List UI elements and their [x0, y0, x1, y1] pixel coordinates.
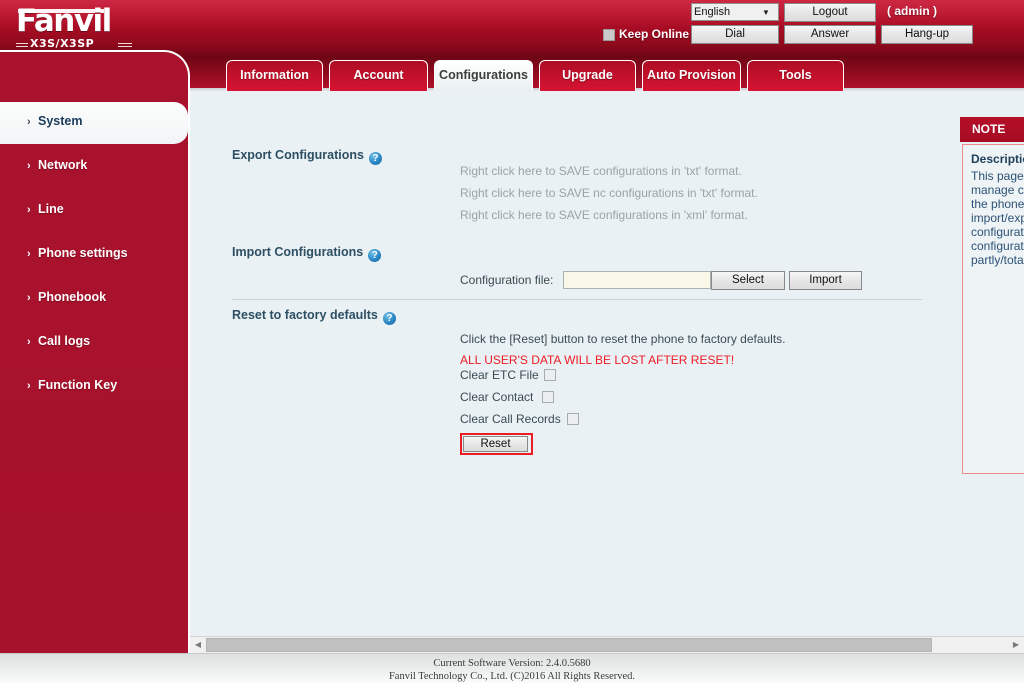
configuration-file-input[interactable]	[563, 271, 711, 289]
sidebar-item-label: Call logs	[38, 334, 90, 348]
reset-button[interactable]: Reset	[463, 436, 528, 452]
logout-button[interactable]: Logout	[784, 3, 876, 22]
chevron-right-icon: ›	[27, 115, 31, 129]
sidebar-item-function-key[interactable]: › Function Key	[0, 366, 190, 408]
sidebar-item-label: Phonebook	[38, 290, 106, 304]
logo-wordmark: Fanvil	[16, 6, 111, 36]
sidebar-item-call-logs[interactable]: › Call logs	[0, 322, 190, 364]
copyright-text: Fanvil Technology Co., Ltd. (C)2016 All …	[0, 670, 1024, 683]
chevron-right-icon: ›	[27, 159, 31, 173]
sidebar-item-phonebook[interactable]: › Phonebook	[0, 278, 190, 320]
sidebar-item-label: Phone settings	[38, 246, 128, 260]
answer-button[interactable]: Answer	[784, 25, 876, 44]
import-configurations-title: Import Configurations?	[232, 245, 381, 262]
sidebar-item-network[interactable]: › Network	[0, 146, 190, 188]
tab-information[interactable]: Information	[226, 60, 323, 91]
chevron-right-icon: ›	[27, 379, 31, 393]
help-icon[interactable]: ?	[383, 312, 396, 325]
scrollbar-thumb[interactable]	[206, 638, 932, 652]
software-version-text: Current Software Version: 2.4.0.5680	[0, 654, 1024, 670]
logo-dash-left-2	[16, 46, 28, 47]
scroll-left-arrow-icon[interactable]: ◀	[190, 637, 206, 653]
note-panel-body: Description: This page allows manage con…	[962, 144, 1024, 474]
logo-dash-right	[118, 43, 132, 44]
sidebar-item-phone-settings[interactable]: › Phone settings	[0, 234, 190, 276]
app-header: Fanvil X3S/X3SP English ▼ Logout ( admin…	[0, 0, 1024, 57]
dial-button[interactable]: Dial	[691, 25, 779, 44]
header-controls: English ▼ Logout ( admin ) Keep Online D…	[584, 3, 1024, 51]
export-link-txt[interactable]: Right click here to SAVE configurations …	[460, 164, 742, 178]
tab-auto-provision[interactable]: Auto Provision	[642, 60, 741, 91]
page-root: Fanvil X3S/X3SP English ▼ Logout ( admin…	[0, 0, 1024, 683]
chevron-right-icon: ›	[27, 203, 31, 217]
language-select[interactable]: English	[691, 3, 779, 21]
help-icon[interactable]: ?	[368, 249, 381, 262]
header-row-top: English ▼ Logout ( admin )	[584, 3, 1024, 23]
tab-account[interactable]: Account	[329, 60, 428, 91]
export-link-nc-txt[interactable]: Right click here to SAVE nc configuratio…	[460, 186, 758, 200]
tab-upgrade[interactable]: Upgrade	[539, 60, 636, 91]
current-user-label: ( admin )	[887, 4, 937, 18]
reset-option-label: Clear Call Records	[460, 412, 561, 426]
reset-instruction-text: Click the [Reset] button to reset the ph…	[460, 332, 786, 346]
sidebar: › System › Network › Line › Phone settings › Phon…	[0, 50, 190, 654]
sidebar-item-line[interactable]: › Line	[0, 190, 190, 232]
section-divider	[232, 299, 922, 300]
sidebar-item-label: Function Key	[38, 378, 117, 392]
note-panel-header: NOTE	[960, 117, 1024, 142]
reset-warning-text: ALL USER'S DATA WILL BE LOST AFTER RESET…	[460, 353, 734, 367]
logo-dash-right-2	[118, 46, 132, 47]
tab-tools[interactable]: Tools	[747, 60, 844, 91]
note-description-text: This page allows manage configurations o…	[971, 169, 1024, 267]
reset-option-checkbox[interactable]	[542, 391, 554, 403]
scroll-right-arrow-icon[interactable]: ▶	[1008, 637, 1024, 653]
reset-button-highlight: Reset	[460, 433, 533, 455]
chevron-right-icon: ›	[27, 247, 31, 261]
main-content: Export Configurations? Right click here …	[190, 91, 1024, 636]
help-icon[interactable]: ?	[369, 152, 382, 165]
brand-logo: Fanvil X3S/X3SP	[14, 6, 144, 52]
sidebar-item-system[interactable]: › System	[0, 102, 188, 144]
sidebar-item-label: Network	[38, 158, 87, 172]
keep-online-label: Keep Online	[619, 27, 689, 41]
horizontal-scrollbar[interactable]: ◀ ▶	[190, 636, 1024, 653]
reset-option-label: Clear Contact	[460, 390, 533, 404]
logo-dash-left	[16, 43, 28, 44]
export-link-xml[interactable]: Right click here to SAVE configurations …	[460, 208, 748, 222]
tab-configurations[interactable]: Configurations	[434, 60, 533, 91]
select-file-button[interactable]: Select	[711, 271, 785, 290]
reset-factory-defaults-title: Reset to factory defaults?	[232, 308, 396, 325]
reset-option-label: Clear ETC File	[460, 368, 539, 382]
configuration-file-label: Configuration file:	[460, 273, 553, 287]
sidebar-item-label: System	[38, 114, 82, 128]
chevron-right-icon: ›	[27, 335, 31, 349]
reset-option-checkbox[interactable]	[567, 413, 579, 425]
logo-model-label: X3S/X3SP	[30, 37, 94, 50]
keep-online-checkbox[interactable]	[603, 29, 615, 41]
header-row-bottom: Keep Online Dial Answer Hang-up	[584, 25, 1024, 45]
export-configurations-title: Export Configurations?	[232, 148, 382, 165]
sidebar-item-label: Line	[38, 202, 64, 216]
reset-option-checkbox[interactable]	[544, 369, 556, 381]
chevron-right-icon: ›	[27, 291, 31, 305]
note-description-title: Description:	[971, 152, 1024, 166]
page-footer: Current Software Version: 2.4.0.5680 Fan…	[0, 653, 1024, 683]
import-button[interactable]: Import	[789, 271, 862, 290]
hangup-button[interactable]: Hang-up	[881, 25, 973, 44]
